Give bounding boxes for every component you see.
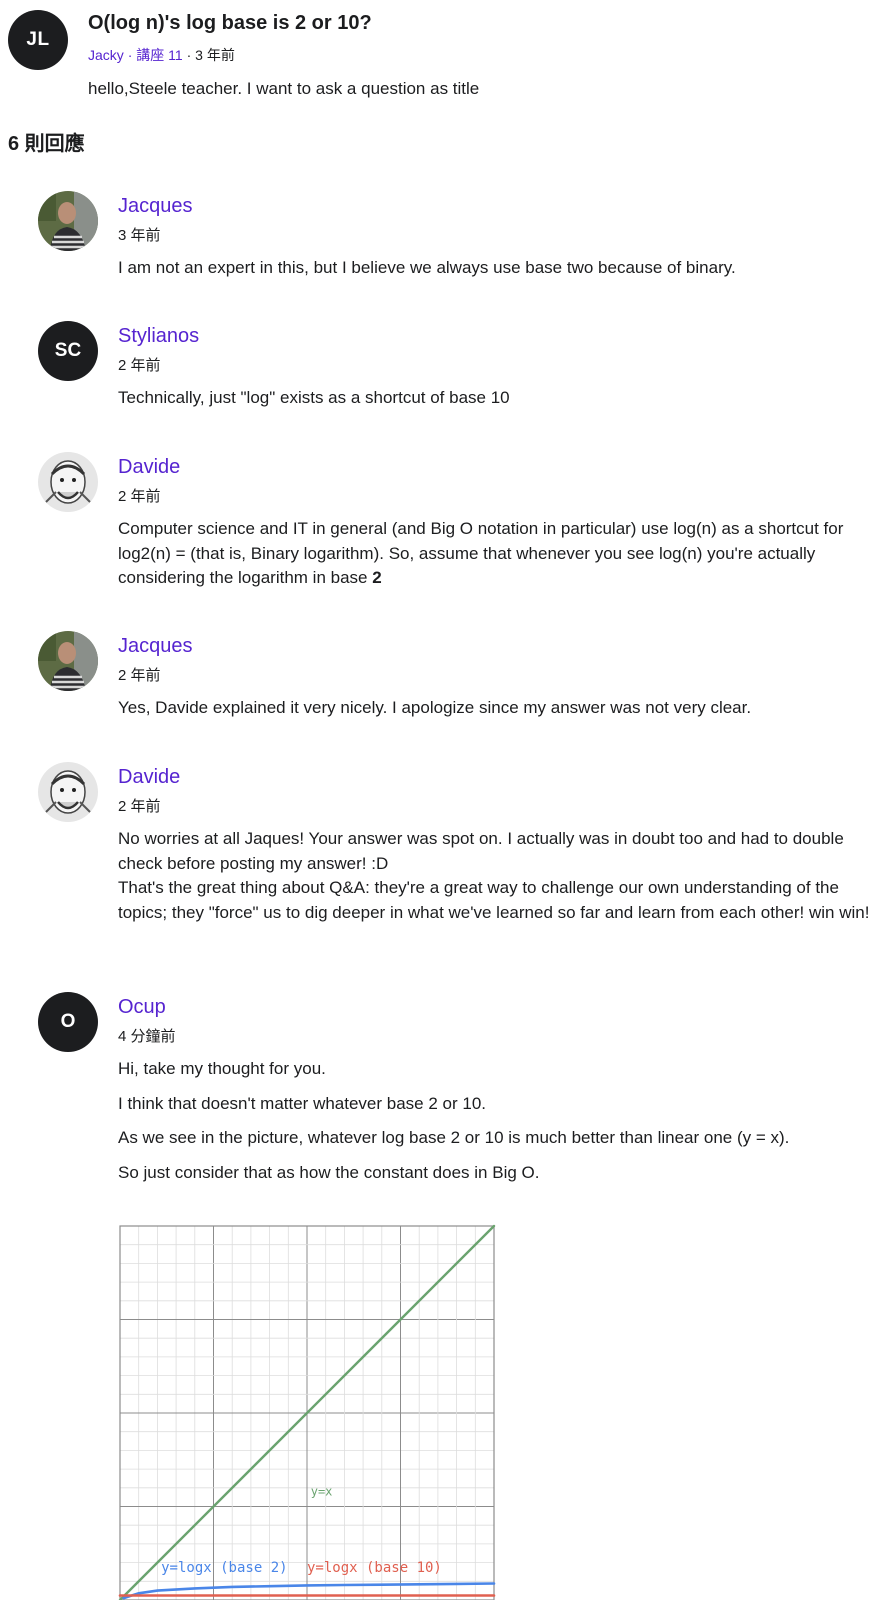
- avatar-jacques[interactable]: [38, 191, 98, 251]
- reply-time: 4 分鐘前: [118, 1028, 176, 1045]
- question-author-avatar[interactable]: JL: [8, 10, 68, 70]
- reply-time: 2 年前: [118, 488, 161, 505]
- question-meta: Jacky · 講座 11 · 3 年前: [88, 46, 235, 64]
- reply-paragraph: Hi, take my thought for you.: [118, 1059, 326, 1078]
- reply-text: Computer science and IT in general (and …: [118, 519, 844, 587]
- chart-svg: y=x y=logx (base 2) y=logx (base 10): [118, 1224, 496, 1600]
- reply-time: 2 年前: [118, 357, 161, 374]
- reply-time: 2 年前: [118, 798, 161, 815]
- meta-separator: ·: [186, 47, 192, 63]
- chart-series-label: y=logx (base 10): [307, 1560, 442, 1576]
- avatar-davide[interactable]: [38, 762, 98, 822]
- reply-paragraph: Yes, Davide explained it very nicely. I …: [118, 698, 752, 717]
- reply-paragraph: That's the great thing about Q&A: they'r…: [118, 878, 870, 922]
- question-time: 3 年前: [195, 47, 235, 63]
- reply-paragraph: Computer science and IT in general (and …: [118, 517, 880, 591]
- reply-author-name[interactable]: Jacques: [118, 633, 193, 659]
- reply-paragraph: I think that doesn't matter whatever bas…: [118, 1093, 487, 1113]
- reply-bold-text: 2: [372, 568, 382, 587]
- lecture-link[interactable]: 講座 11: [136, 47, 182, 63]
- reply-time: 2 年前: [118, 667, 161, 684]
- avatar-davide[interactable]: [38, 452, 98, 512]
- avatar-stylianos[interactable]: SC: [38, 321, 98, 381]
- reply-body: Hi, take my thought for you. I think tha…: [118, 1057, 880, 1195]
- question-header: JL O(log n)'s log base is 2 or 10? Jacky…: [0, 0, 884, 130]
- reply-paragraph: So just consider that as how the constan…: [118, 1162, 540, 1182]
- reply-paragraph: No worries at all Jaques! Your answer wa…: [118, 829, 844, 873]
- reply-body: Technically, just "log" exists as a shor…: [118, 386, 880, 411]
- reply-author-name[interactable]: Jacques: [118, 193, 193, 219]
- meta-separator: ·: [127, 47, 133, 63]
- log-comparison-chart: y=x y=logx (base 2) y=logx (base 10): [118, 1224, 496, 1600]
- reply-paragraph: I am not an expert in this, but I believ…: [118, 258, 736, 277]
- reply-author-name[interactable]: Davide: [118, 764, 180, 790]
- reply-body: Yes, Davide explained it very nicely. I …: [118, 696, 880, 721]
- reply-paragraph: Technically, just "log" exists as a shor…: [118, 388, 510, 407]
- reply-count-heading: 6 則回應: [8, 133, 85, 155]
- reply-body: No worries at all Jaques! Your answer wa…: [118, 827, 880, 925]
- question-title: O(log n)'s log base is 2 or 10?: [88, 12, 372, 34]
- reply-author-name[interactable]: Ocup: [118, 994, 166, 1020]
- question-body: hello,Steele teacher. I want to ask a qu…: [88, 79, 480, 98]
- reply-author-name[interactable]: Stylianos: [118, 323, 199, 349]
- question-author-link[interactable]: Jacky: [88, 47, 124, 63]
- reply-paragraph: As we see in the picture, whatever log b…: [118, 1128, 790, 1147]
- chart-series-label: y=x: [311, 1484, 333, 1498]
- reply-body: I am not an expert in this, but I believ…: [118, 256, 880, 281]
- avatar-jacques[interactable]: [38, 631, 98, 691]
- reply-time: 3 年前: [118, 227, 161, 244]
- avatar-ocup[interactable]: O: [38, 992, 98, 1052]
- reply-body: Computer science and IT in general (and …: [118, 517, 880, 591]
- chart-series-label: y=logx (base 2): [161, 1560, 287, 1576]
- reply-author-name[interactable]: Davide: [118, 454, 180, 480]
